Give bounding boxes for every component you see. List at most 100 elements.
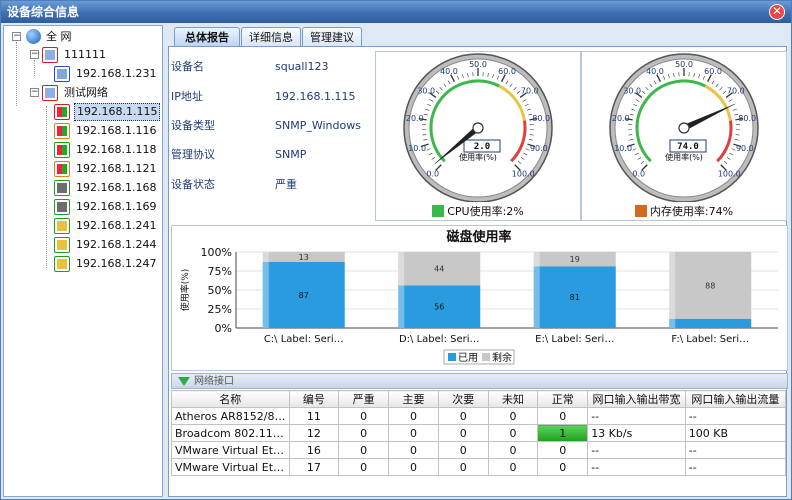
gauge-tick-label: 70.0 [727, 86, 745, 95]
collapse-icon[interactable]: − [30, 50, 39, 59]
table-cell: VMware Virtual Et… [171, 458, 290, 476]
table-cell: 0 [487, 441, 539, 459]
overview-content: 设备名 squall123 IP地址 192.168.1.115 设备类型 SN… [168, 46, 788, 497]
table-cell: 0 [437, 424, 489, 442]
table-row[interactable]: VMware Virtual Et… 17 0 0 0 0 0 -- -- [171, 458, 787, 476]
close-button[interactable]: ✕ [769, 4, 785, 20]
table-cell: 0 [537, 441, 589, 459]
info-value: 192.168.1.115 [275, 90, 356, 103]
gauge-tick-label: 20.0 [406, 114, 424, 123]
table-cell: 0 [388, 424, 439, 442]
table-cell: 100 KB [684, 424, 787, 442]
gauge-tick-label: 50.0 [675, 60, 693, 69]
table-header-row: 名称 编号 严重 主要 次要 未知 正常 网口输入输出带宽 网口输入输出流量 [171, 390, 787, 408]
memory-gauge-panel: 0.0 10.0 20.0 30.0 40.0 50.0 60.0 70.0 80.0 90.0 1… [581, 51, 787, 221]
x-tick-label: F:\ Label: Seri… [671, 334, 749, 345]
column-header[interactable]: 主要 [388, 390, 439, 408]
table-cell: 17 [288, 458, 340, 476]
info-value: SNMP [275, 148, 307, 161]
tree-item-label: 192.168.1.115 [74, 103, 161, 121]
column-header[interactable]: 次要 [437, 390, 489, 408]
gauge-tick-label: 100.0 [718, 169, 741, 178]
network-section-header[interactable]: 网络接口 [171, 373, 788, 389]
column-header[interactable]: 编号 [288, 390, 340, 408]
table-row[interactable]: VMware Virtual Et… 16 0 0 0 0 0 -- -- [171, 441, 787, 459]
column-header[interactable]: 正常 [537, 390, 589, 408]
tree-item-label: 192.168.1.121 [76, 162, 157, 175]
table-cell: -- [684, 458, 787, 476]
windows-device-icon [54, 161, 70, 177]
table-cell: -- [587, 407, 686, 425]
bar-free-label: 19 [570, 255, 580, 264]
gauge-tick-label: 90.0 [736, 144, 754, 153]
tree-item-label: 192.168.1.231 [76, 67, 157, 80]
collapse-triangle-icon[interactable] [178, 377, 190, 386]
column-header[interactable]: 网口输入输出流量 [684, 390, 787, 408]
table-cell: -- [684, 407, 787, 425]
x-tick-label: C:\ Label: Seri… [264, 334, 344, 345]
table-cell: 0 [487, 424, 539, 442]
column-header[interactable]: 名称 [171, 390, 290, 408]
globe-icon [26, 29, 41, 44]
gauge-value-text: 2.0 [474, 142, 490, 152]
gauge-tick-label: 100.0 [512, 169, 535, 178]
bar-highlight [398, 252, 405, 328]
gauge-tick-label: 40.0 [440, 67, 458, 76]
info-key: 设备状态 [171, 178, 215, 191]
table-cell: Atheros AR8152/8… [171, 407, 290, 425]
y-axis-label: 使用率(%) [179, 269, 191, 312]
gauge-unit-label: 使用率(%) [459, 152, 497, 162]
table-cell: 1 [537, 424, 589, 442]
x-tick-label: D:\ Label: Seri… [399, 334, 480, 345]
tab-overview[interactable]: 总体报告 [174, 27, 240, 47]
gauge-tick-label: 0.0 [632, 169, 645, 178]
info-key: 管理协议 [171, 148, 215, 161]
y-tick-label: 25% [208, 303, 232, 316]
cpu-gauge-panel: 0.0 10.0 20.0 30.0 40.0 50.0 60.0 70.0 80.0 90.0 1… [375, 51, 581, 221]
table-cell: 0 [437, 458, 489, 476]
chart-device-icon [54, 66, 70, 82]
info-value: SNMP_Windows [275, 119, 361, 132]
gauge-tick-label: 80.0 [738, 114, 756, 123]
cpu-gauge: 0.0 10.0 20.0 30.0 40.0 50.0 60.0 70.0 80.0 90.0 1… [403, 53, 553, 203]
table-cell: 0 [388, 441, 439, 459]
table-cell: VMware Virtual Et… [171, 441, 290, 459]
table-row[interactable]: Broadcom 802.11… 12 0 0 0 0 1 13 Kb/s 100 KB [171, 424, 787, 442]
gauge-tick-label: 10.0 [614, 144, 632, 153]
gauge-tick-label: 30.0 [417, 86, 435, 95]
collapse-icon[interactable]: − [12, 32, 21, 41]
column-header[interactable]: 网口输入输出带宽 [587, 390, 686, 408]
table-row[interactable]: Atheros AR8152/8… 11 0 0 0 0 0 -- -- [171, 407, 787, 425]
bar-highlight [533, 252, 540, 328]
legend-label-free: 剩余 [492, 351, 512, 364]
y-tick-label: 75% [208, 265, 232, 278]
tree-line [16, 42, 17, 106]
tree-item-label: 192.168.1.169 [76, 200, 157, 213]
collapse-icon[interactable]: − [30, 88, 39, 97]
table-cell: 0 [388, 407, 439, 425]
chart-title: 磁盘使用率 [446, 229, 511, 245]
bar-highlight [262, 252, 269, 328]
table-cell: 0 [537, 407, 589, 425]
tree-group-label: 测试网络 [64, 86, 108, 99]
table-cell: 0 [338, 441, 390, 459]
legend-swatch [634, 205, 647, 217]
info-key: 设备名 [171, 60, 204, 73]
tab-advice[interactable]: 管理建议 [302, 27, 362, 47]
column-header[interactable]: 严重 [338, 390, 390, 408]
table-cell: Broadcom 802.11… [171, 424, 290, 442]
legend-swatch-used [448, 353, 456, 361]
info-value: squall123 [275, 60, 329, 73]
column-header[interactable]: 未知 [487, 390, 539, 408]
bar-free-label: 13 [299, 253, 309, 262]
table-cell: 0 [437, 407, 489, 425]
device-tree[interactable]: − 全 网 − 111111 192.168.1.231 − 测试网络 192.… [3, 25, 163, 497]
gauge-tick-label: 40.0 [646, 67, 664, 76]
gauge-hub [472, 122, 484, 134]
tab-details[interactable]: 详细信息 [241, 27, 301, 47]
bar-used-label: 87 [299, 291, 309, 300]
monitor-device-icon [54, 180, 70, 196]
gauge-value-text: 74.0 [677, 142, 699, 152]
memory-gauge: 0.0 10.0 20.0 30.0 40.0 50.0 60.0 70.0 80.0 90.0 1… [609, 53, 759, 203]
gauge-tick-label: 50.0 [469, 60, 487, 69]
